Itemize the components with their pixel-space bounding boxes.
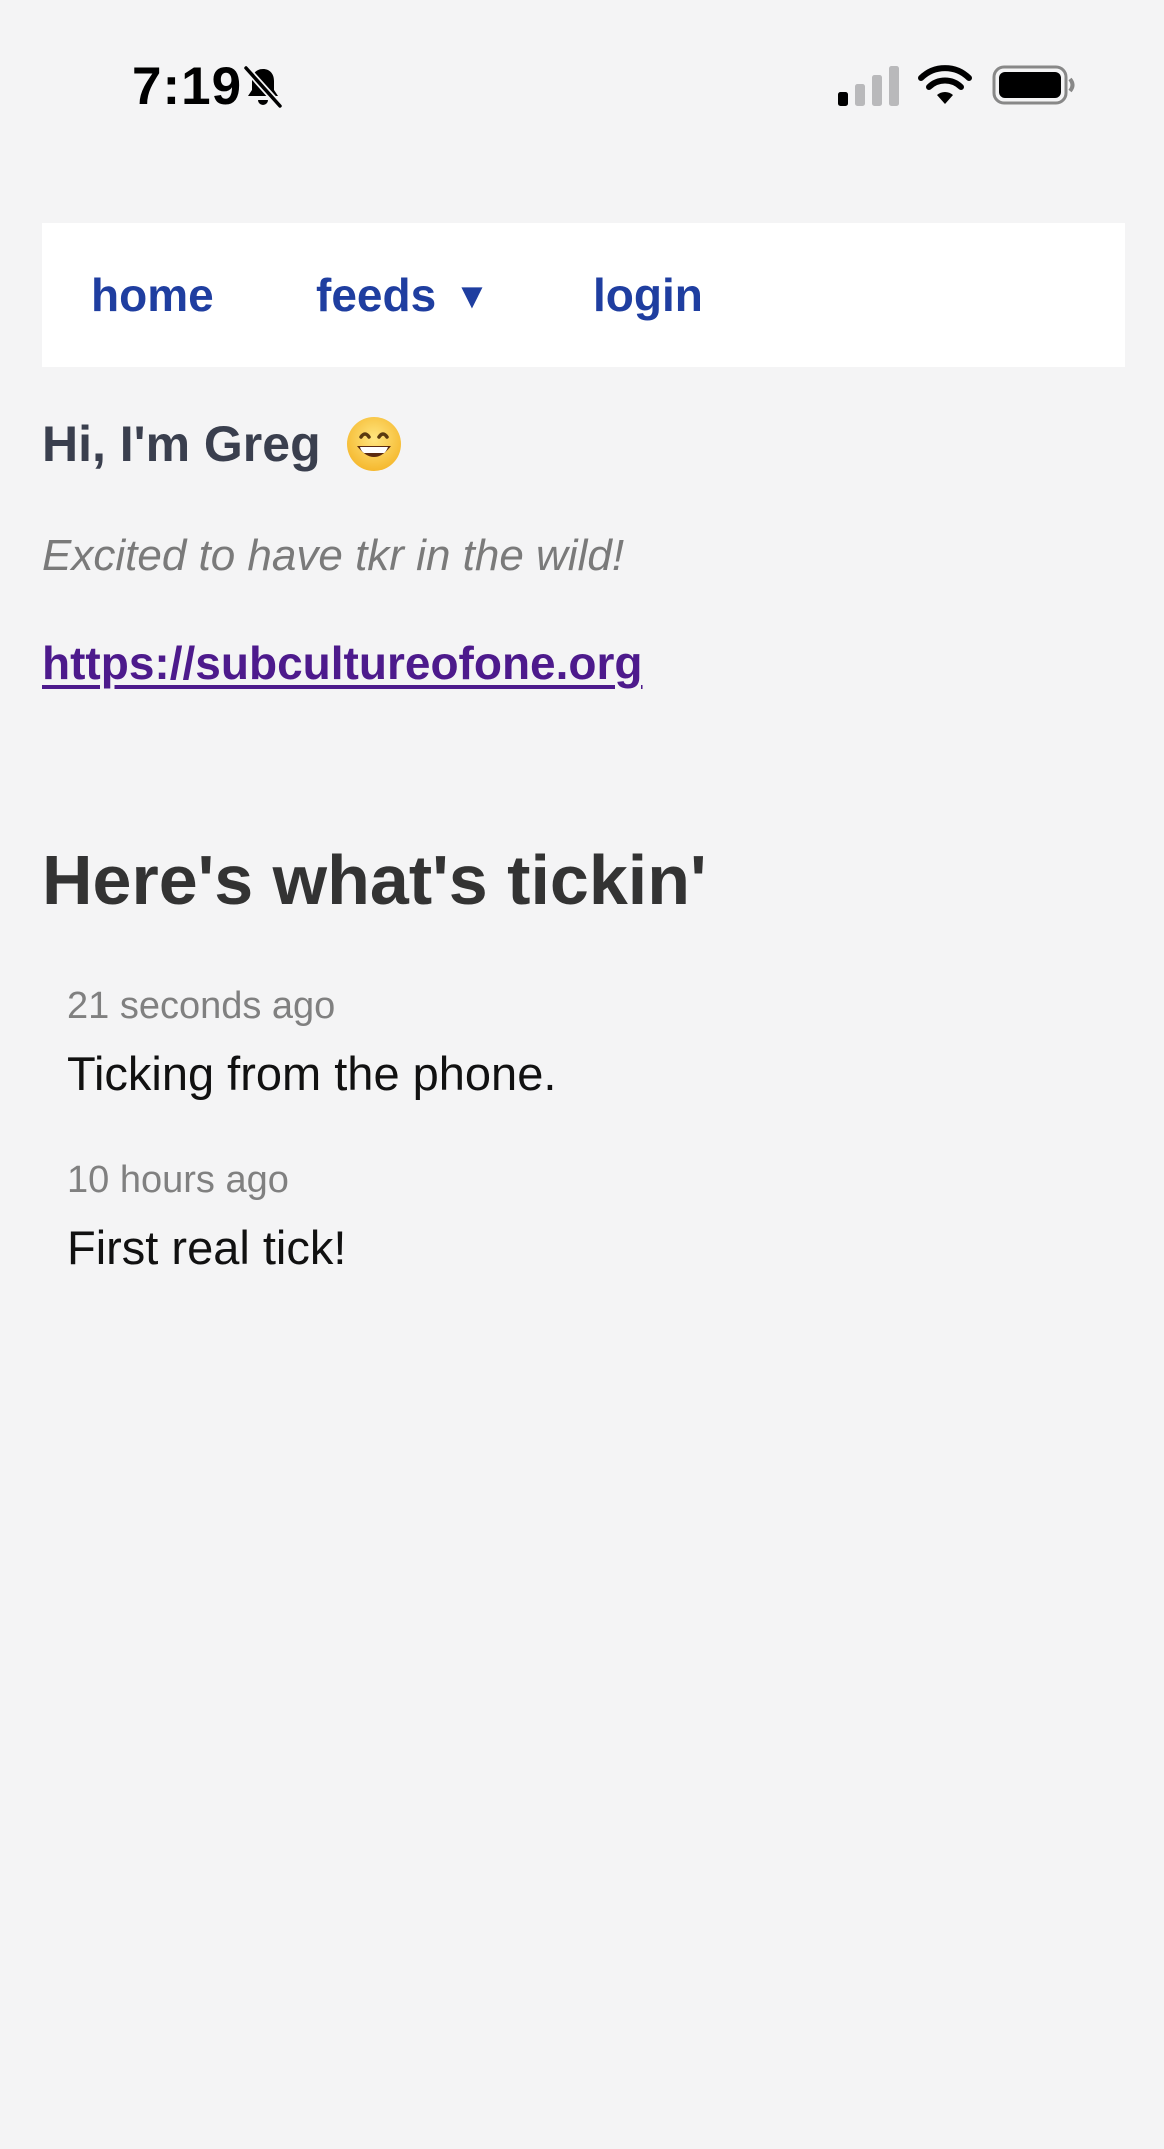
greeting: Hi, I'm Greg (42, 415, 403, 473)
tick-timestamp: 10 hours ago (67, 1159, 289, 1201)
cellular-signal-icon (838, 66, 899, 106)
tick-timestamp: 21 seconds ago (67, 985, 336, 1027)
list-item: 10 hours ago First real tick! (67, 1159, 346, 1275)
wifi-icon (918, 65, 972, 104)
grinning-face-icon (346, 417, 401, 471)
profile-bio: Excited to have tkr in the wild! (42, 531, 625, 580)
list-item: 21 seconds ago Ticking from the phone. (67, 985, 556, 1101)
battery-icon (992, 65, 1075, 105)
caret-down-icon: ▼ (454, 275, 490, 316)
status-bar: 7:19 (0, 0, 1164, 170)
top-nav: home feeds ▼ login (42, 223, 1125, 367)
tick-text: First real tick! (67, 1221, 347, 1274)
nav-home-label: home (91, 269, 214, 321)
nav-login-label: login (593, 269, 703, 321)
tick-text: Ticking from the phone. (67, 1047, 557, 1100)
greeting-text: Hi, I'm Greg (42, 416, 321, 472)
feed-heading: Here's what's tickin' (42, 841, 707, 919)
nav-feeds-label: feeds (316, 269, 437, 321)
profile-url-link[interactable]: https://subcultureofone.org (42, 636, 643, 690)
nav-login-link[interactable]: login (593, 270, 703, 321)
status-time: 7:19 (132, 57, 243, 116)
nav-feeds-dropdown[interactable]: feeds ▼ (316, 270, 490, 321)
bell-slash-icon (243, 65, 283, 109)
nav-home-link[interactable]: home (91, 270, 214, 321)
